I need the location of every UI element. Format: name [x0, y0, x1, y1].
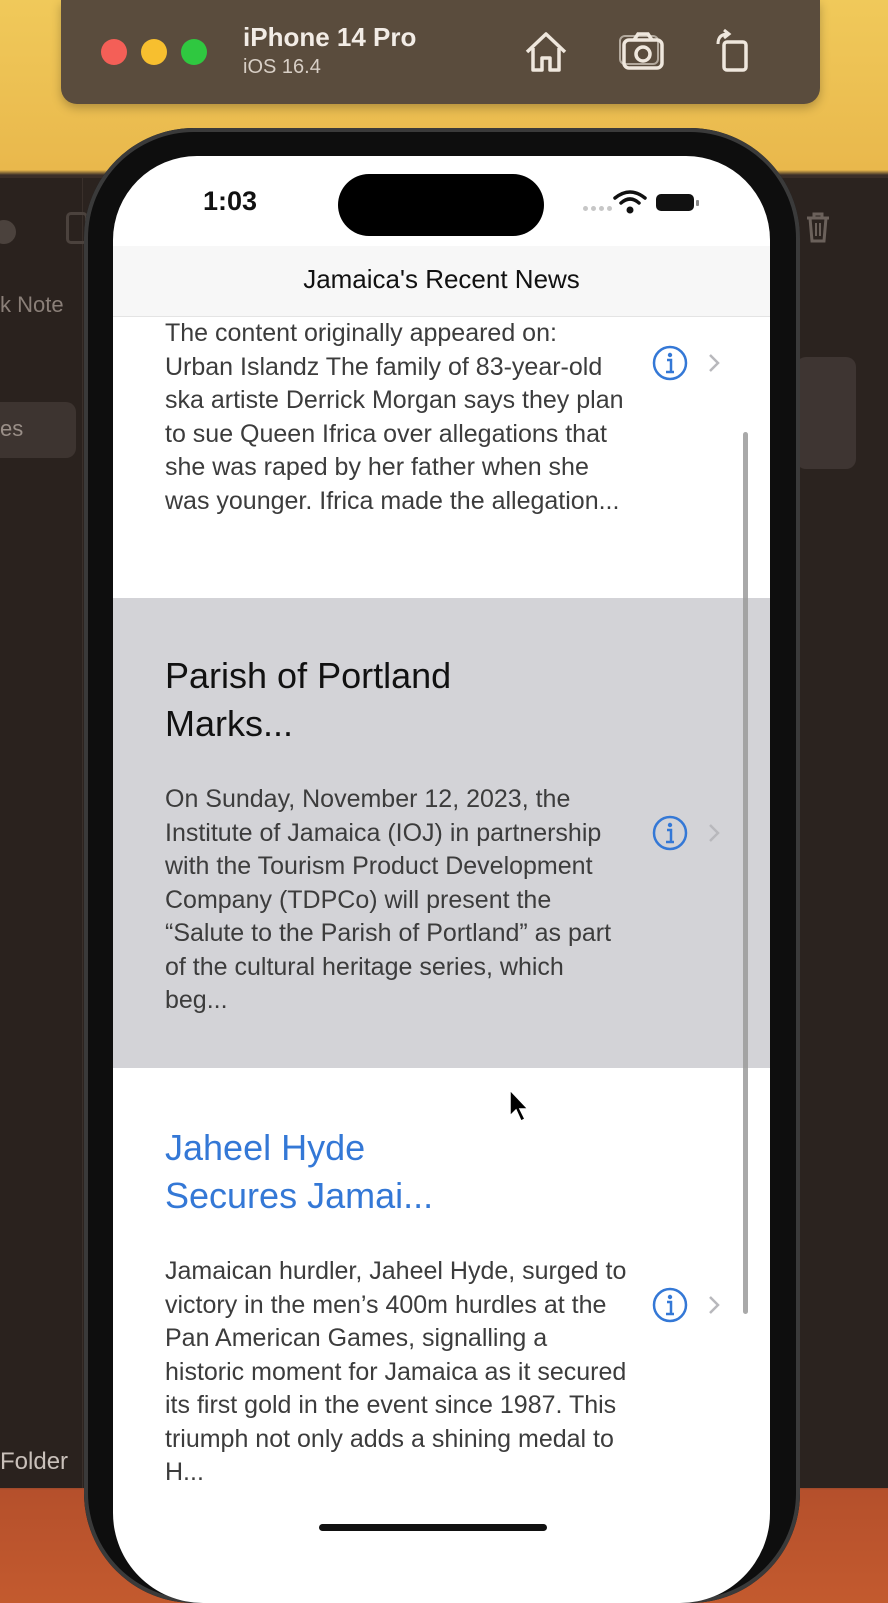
simulator-device-name: iPhone 14 Pro [243, 22, 417, 52]
sidebar-item-selected-label: es [0, 416, 24, 441]
close-window-button[interactable] [101, 39, 127, 65]
news-row-title: Parish of Portland Marks... [165, 655, 452, 744]
news-row-body: On Sunday, November 12, 2023, the Instit… [165, 785, 612, 1014]
sidebar-item-selected[interactable]: es [0, 402, 76, 458]
home-indicator[interactable] [319, 1524, 547, 1531]
news-row[interactable]: The content originally appeared on: Urba… [113, 317, 770, 597]
rotate-icon[interactable] [708, 26, 758, 78]
mouse-cursor-icon [509, 1088, 530, 1123]
status-time: 1:03 [203, 186, 258, 216]
chevron-right-icon [709, 824, 720, 842]
dynamic-island [338, 174, 544, 236]
notes-sidebar [0, 178, 83, 1488]
navigation-bar: Jamaica's Recent News [113, 246, 770, 317]
chevron-right-icon [709, 1296, 720, 1314]
sidebar-item-label: k Note [0, 292, 64, 317]
wifi-icon [613, 189, 647, 215]
new-folder-button[interactable]: Folder [0, 1448, 68, 1476]
zoom-window-button[interactable] [181, 39, 207, 65]
trash-icon[interactable] [803, 210, 833, 244]
page-title: Jamaica's Recent News [303, 264, 580, 294]
home-icon[interactable] [521, 26, 571, 78]
scrollbar[interactable] [743, 432, 748, 1314]
iphone-screen: 1:03 Jamaica's Recent News The content o… [113, 156, 770, 1603]
info-icon[interactable] [652, 345, 688, 381]
news-row-title[interactable]: Jaheel Hyde Secures Jamai... [165, 1124, 465, 1220]
news-row-body: Jamaican hurdler, Jaheel Hyde, surged to… [165, 1257, 627, 1486]
screenshot-icon[interactable] [618, 26, 668, 78]
chevron-right-icon [709, 354, 720, 372]
simulator-os-version: iOS 16.4 [243, 56, 321, 78]
info-icon[interactable] [652, 1287, 688, 1323]
note-card[interactable] [796, 357, 856, 469]
news-row-body: The content originally appeared on: Urba… [165, 319, 624, 515]
minimize-window-button[interactable] [141, 39, 167, 65]
simulator-window-toolbar: iPhone 14 Pro iOS 16.4 [61, 0, 820, 104]
info-icon[interactable] [652, 815, 688, 851]
news-row[interactable]: Jaheel Hyde Secures Jamai... Jamaican hu… [113, 1069, 770, 1489]
battery-icon [656, 192, 702, 214]
news-row-selected[interactable]: Parish of Portland Marks... On Sunday, N… [113, 598, 770, 1068]
